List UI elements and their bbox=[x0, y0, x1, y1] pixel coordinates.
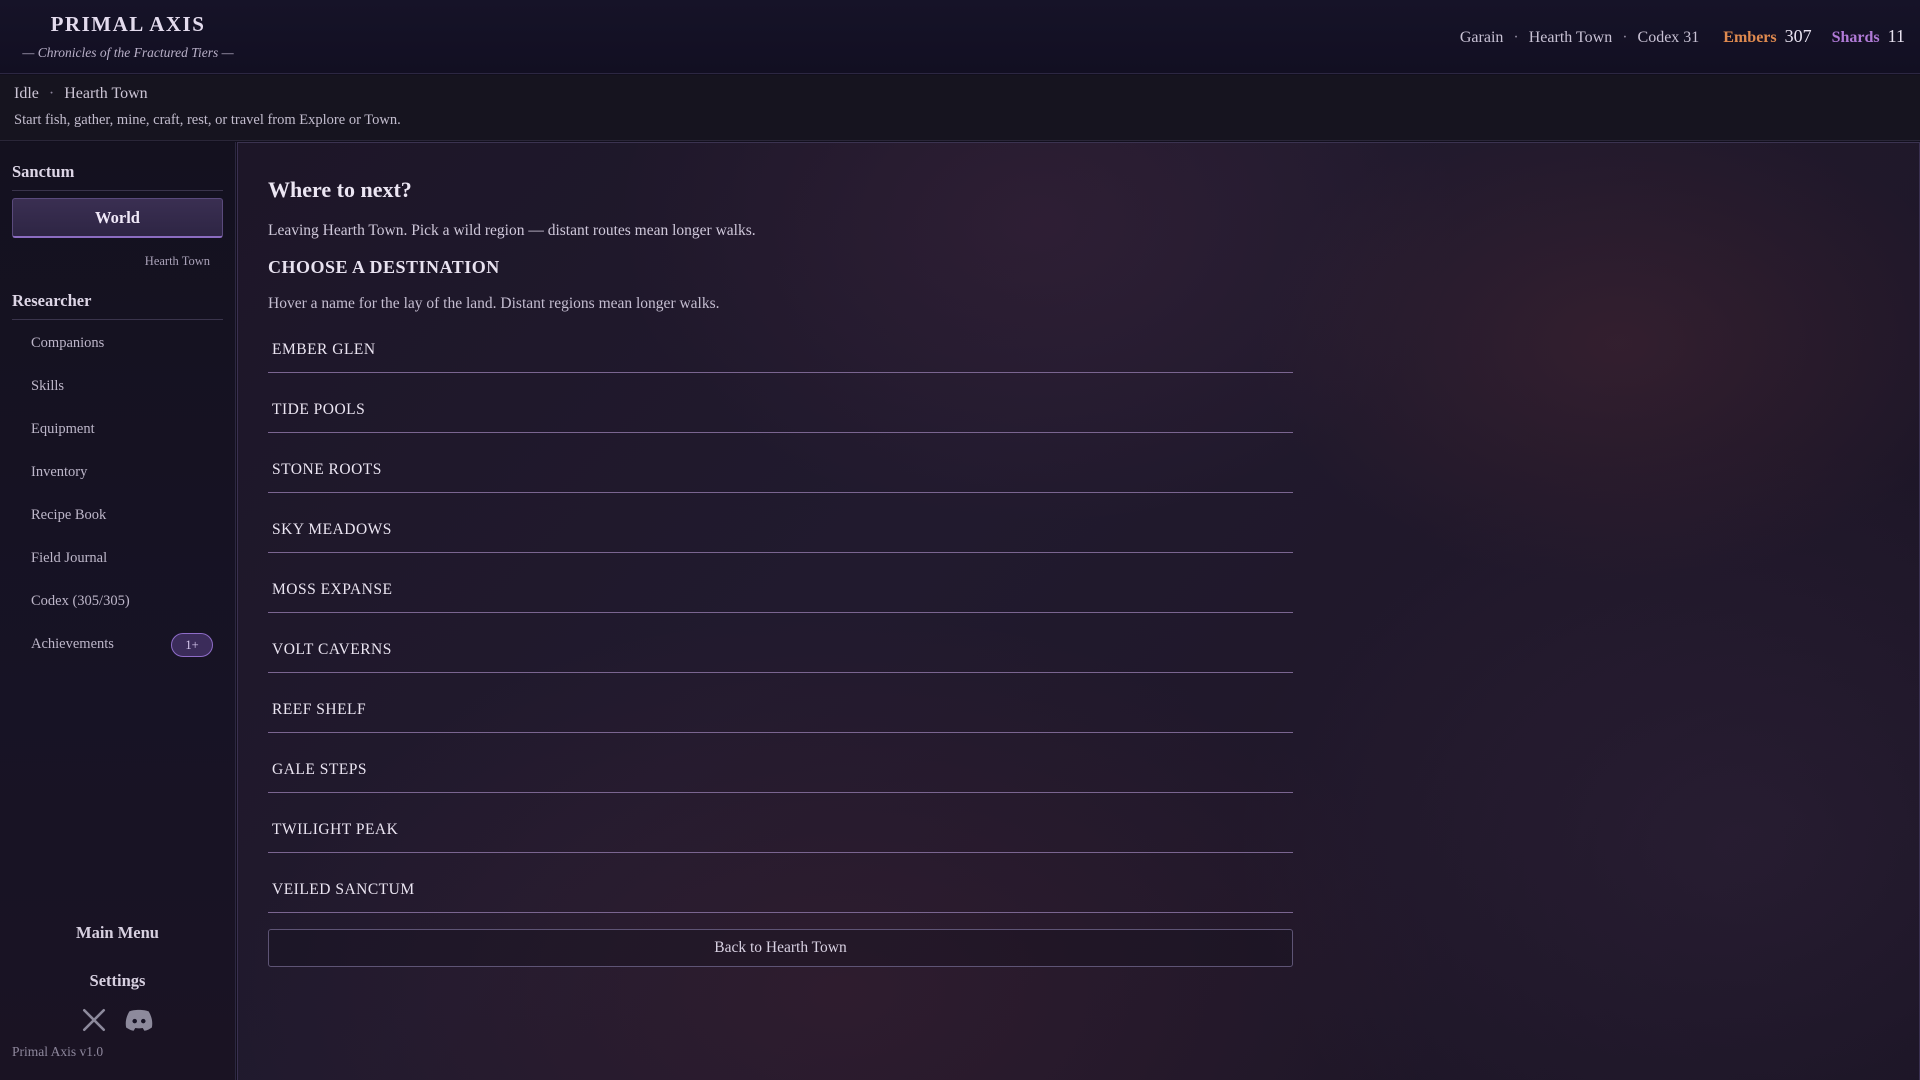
embers-counter: Embers 307 bbox=[1723, 26, 1811, 47]
current-location: Hearth Town bbox=[1528, 29, 1613, 46]
embers-value: 307 bbox=[1784, 26, 1812, 46]
world-location: Hearth Town bbox=[144, 254, 210, 268]
x-icon[interactable] bbox=[81, 1007, 107, 1033]
panel-description: Leaving Hearth Town. Pick a wild region … bbox=[268, 222, 756, 239]
version-label: Primal Axis v1.0 bbox=[12, 1044, 104, 1059]
status-bar: Garain · Hearth Town · Codex 31 Embers 3… bbox=[1460, 26, 1905, 47]
destination-reef-shelf[interactable]: REEF SHELF bbox=[268, 687, 1293, 733]
choose-destination-heading: CHOOSE A DESTINATION bbox=[268, 257, 500, 277]
achievements-badge: 1+ bbox=[171, 633, 213, 657]
destination-ember-glen[interactable]: EMBER GLEN bbox=[268, 327, 1293, 373]
world-button[interactable]: World bbox=[12, 198, 223, 238]
panel-title: Where to next? bbox=[268, 177, 412, 202]
shards-label: Shards bbox=[1831, 29, 1880, 46]
game-title: PRIMAL AXIS bbox=[50, 12, 206, 36]
destination-stone-roots[interactable]: STONE ROOTS bbox=[268, 447, 1293, 493]
sidebar-item-recipe-book[interactable]: Recipe Book bbox=[31, 507, 106, 524]
codex-count: Codex 31 bbox=[1637, 29, 1700, 46]
activity-status: Idle · Hearth Town bbox=[14, 85, 1906, 103]
destination-tide-pools[interactable]: TIDE POOLS bbox=[268, 387, 1293, 433]
sanctum-heading: Sanctum bbox=[12, 162, 223, 191]
discord-icon[interactable] bbox=[124, 1007, 154, 1033]
settings-button[interactable]: Settings bbox=[12, 971, 223, 991]
destination-gale-steps[interactable]: GALE STEPS bbox=[268, 747, 1293, 793]
sidebar-item-field-journal[interactable]: Field Journal bbox=[31, 550, 107, 567]
back-to-town-button[interactable]: Back to Hearth Town bbox=[268, 929, 1293, 967]
activity-location: Hearth Town bbox=[64, 85, 148, 102]
sidebar-item-inventory[interactable]: Inventory bbox=[31, 464, 87, 481]
top-bar: PRIMAL AXIS — Chronicles of the Fracture… bbox=[0, 0, 1920, 74]
separator-dot: · bbox=[48, 85, 55, 102]
sidebar: Sanctum World Hearth Town Researcher Com… bbox=[0, 142, 236, 1080]
destination-panel: Where to next? Leaving Hearth Town. Pick… bbox=[237, 142, 1920, 1080]
game-subtitle: — Chronicles of the Fractured Tiers — bbox=[22, 45, 234, 60]
sidebar-item-skills[interactable]: Skills bbox=[31, 378, 64, 395]
destination-sky-meadows[interactable]: SKY MEADOWS bbox=[268, 507, 1293, 553]
brand: PRIMAL AXIS — Chronicles of the Fracture… bbox=[16, 12, 240, 61]
destination-volt-caverns[interactable]: VOLT CAVERNS bbox=[268, 627, 1293, 673]
sidebar-item-equipment[interactable]: Equipment bbox=[31, 421, 95, 438]
destination-twilight-peak[interactable]: TWILIGHT PEAK bbox=[268, 807, 1293, 853]
main-menu-button[interactable]: Main Menu bbox=[12, 923, 223, 943]
embers-label: Embers bbox=[1723, 29, 1777, 46]
shards-counter: Shards 11 bbox=[1832, 26, 1905, 47]
separator-dot: · bbox=[1622, 29, 1628, 46]
activity-state: Idle bbox=[14, 85, 39, 102]
sidebar-item-achievements[interactable]: Achievements bbox=[31, 636, 114, 653]
destination-moss-expanse[interactable]: MOSS EXPANSE bbox=[268, 567, 1293, 613]
activity-strip: Idle · Hearth Town Start fish, gather, m… bbox=[0, 75, 1920, 141]
player-name: Garain bbox=[1459, 29, 1504, 46]
shards-value: 11 bbox=[1887, 26, 1905, 46]
destination-hint: Hover a name for the lay of the land. Di… bbox=[268, 295, 720, 312]
separator-dot: · bbox=[1513, 29, 1519, 46]
destination-veiled-sanctum[interactable]: VEILED SANCTUM bbox=[268, 867, 1293, 913]
sidebar-item-codex[interactable]: Codex (305/305) bbox=[31, 593, 130, 610]
activity-hint: Start fish, gather, mine, craft, rest, o… bbox=[14, 112, 401, 128]
researcher-heading: Researcher bbox=[12, 291, 223, 320]
sidebar-item-companions[interactable]: Companions bbox=[31, 335, 104, 352]
